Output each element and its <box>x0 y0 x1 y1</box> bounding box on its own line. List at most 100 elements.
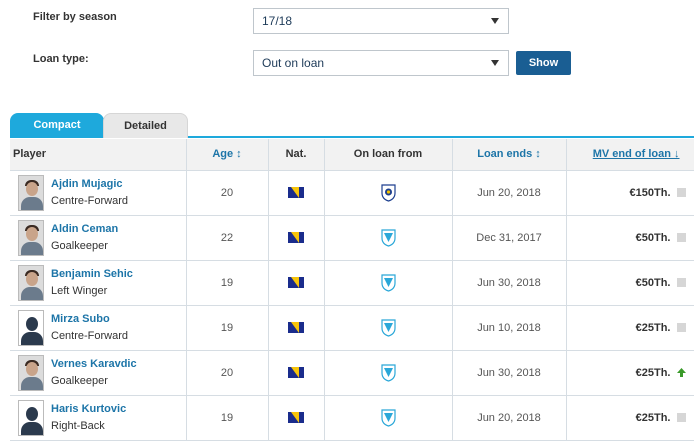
on-loan-from-cell <box>324 170 453 216</box>
table-row: Haris Kurtovic Right-Back 19 Jun 20, 2018 €2… <box>10 395 694 441</box>
table-row: Mirza Subo Centre-Forward 19 Jun 10, 2018 €2… <box>10 305 694 351</box>
market-value[interactable]: €25Th. <box>636 367 671 379</box>
nationality-cell <box>268 395 325 441</box>
column-header-mv-end-of-loan[interactable]: MV end of loan ↓ <box>566 139 694 171</box>
player-age: 20 <box>186 350 269 396</box>
player-photo[interactable] <box>18 399 44 436</box>
bosnia-flag-icon[interactable] <box>288 277 304 289</box>
loan-type-select[interactable]: Out on loan <box>253 50 509 76</box>
nationality-cell <box>268 305 325 351</box>
on-loan-from-cell <box>324 395 453 441</box>
chevron-down-icon <box>491 60 499 66</box>
player-name-link[interactable]: Ajdin Mujagic <box>51 176 128 193</box>
player-photo[interactable] <box>18 354 44 391</box>
club-crest-icon-b[interactable] <box>380 408 396 427</box>
player-cell: Haris Kurtovic Right-Back <box>10 395 187 441</box>
club-crest-icon-b[interactable] <box>380 363 396 382</box>
club-crest-icon-b[interactable] <box>380 318 396 337</box>
market-value-cell: €25Th. <box>566 305 694 351</box>
column-header-nat: Nat. <box>268 139 325 171</box>
player-name-link[interactable]: Haris Kurtovic <box>51 401 126 418</box>
on-loan-from-cell <box>324 260 453 306</box>
show-button[interactable]: Show <box>516 51 571 75</box>
season-filter-label: Filter by season <box>33 11 117 23</box>
chevron-down-icon <box>491 18 499 24</box>
player-position: Goalkeeper <box>51 374 108 387</box>
market-value-cell: €150Th. <box>566 170 694 216</box>
table-row: Vernes Karavdic Goalkeeper 20 Jun 30, 2018 €… <box>10 350 694 396</box>
player-position: Centre-Forward <box>51 329 129 342</box>
loan-end-date: Jun 20, 2018 <box>452 395 567 441</box>
player-age: 19 <box>186 260 269 306</box>
loan-end-date: Jun 20, 2018 <box>452 170 567 216</box>
player-age: 22 <box>186 215 269 261</box>
trend-up-icon <box>676 368 686 378</box>
column-header-on-loan-from: On loan from <box>324 139 453 171</box>
player-cell: Aldin Ceman Goalkeeper <box>10 215 187 261</box>
club-crest-icon-b[interactable] <box>380 228 396 247</box>
season-select[interactable]: 17/18 <box>253 8 509 34</box>
club-crest-icon-a[interactable] <box>380 183 396 202</box>
bosnia-flag-icon[interactable] <box>288 367 304 379</box>
market-value[interactable]: €50Th. <box>636 232 671 244</box>
market-value[interactable]: €25Th. <box>636 412 671 424</box>
nationality-cell <box>268 350 325 396</box>
bosnia-flag-icon[interactable] <box>288 187 304 199</box>
loan-end-date: Jun 30, 2018 <box>452 260 567 306</box>
tab-detailed[interactable]: Detailed <box>103 113 188 138</box>
market-value[interactable]: €25Th. <box>636 322 671 334</box>
player-age: 19 <box>186 395 269 441</box>
loan-end-date: Jun 30, 2018 <box>452 350 567 396</box>
column-header-loan-ends[interactable]: Loan ends ↕ <box>452 139 567 171</box>
tab-compact[interactable]: Compact <box>10 113 104 138</box>
player-photo[interactable] <box>18 264 44 301</box>
trend-neutral-icon <box>676 278 686 288</box>
market-value-cell: €50Th. <box>566 260 694 306</box>
loan-end-date: Dec 31, 2017 <box>452 215 567 261</box>
season-select-value: 17/18 <box>262 14 293 28</box>
nationality-cell <box>268 260 325 306</box>
tab-bar: Compact Detailed <box>10 108 694 138</box>
bosnia-flag-icon[interactable] <box>288 322 304 334</box>
market-value[interactable]: €50Th. <box>636 277 671 289</box>
loan-players-table: Player Age ↕ Nat. On loan from Loan ends… <box>10 139 694 441</box>
player-position: Left Winger <box>51 284 108 297</box>
player-position: Goalkeeper <box>51 239 108 252</box>
nationality-cell <box>268 170 325 216</box>
table-row: Benjamin Sehic Left Winger 19 Jun 30, 2018 €… <box>10 260 694 306</box>
player-cell: Benjamin Sehic Left Winger <box>10 260 187 306</box>
column-header-age[interactable]: Age ↕ <box>186 139 269 171</box>
trend-neutral-icon <box>676 233 686 243</box>
player-position: Centre-Forward <box>51 194 129 207</box>
club-crest-icon-b[interactable] <box>380 273 396 292</box>
bosnia-flag-icon[interactable] <box>288 232 304 244</box>
trend-neutral-icon <box>676 323 686 333</box>
market-value-cell: €25Th. <box>566 350 694 396</box>
player-photo[interactable] <box>18 174 44 211</box>
market-value[interactable]: €150Th. <box>630 187 671 199</box>
player-name-link[interactable]: Mirza Subo <box>51 311 128 328</box>
bosnia-flag-icon[interactable] <box>288 412 304 424</box>
market-value-cell: €25Th. <box>566 395 694 441</box>
table-row: Aldin Ceman Goalkeeper 22 Dec 31, 2017 €50Th… <box>10 215 694 261</box>
player-name-link[interactable]: Benjamin Sehic <box>51 266 133 283</box>
player-age: 19 <box>186 305 269 351</box>
loan-end-date: Jun 10, 2018 <box>452 305 567 351</box>
trend-neutral-icon <box>676 413 686 423</box>
loan-type-label: Loan type: <box>33 53 89 65</box>
on-loan-from-cell <box>324 215 453 261</box>
player-name-link[interactable]: Vernes Karavdic <box>51 356 137 373</box>
market-value-cell: €50Th. <box>566 215 694 261</box>
column-header-player: Player <box>10 139 187 171</box>
nationality-cell <box>268 215 325 261</box>
player-cell: Vernes Karavdic Goalkeeper <box>10 350 187 396</box>
loan-type-select-value: Out on loan <box>262 56 325 70</box>
on-loan-from-cell <box>324 305 453 351</box>
trend-neutral-icon <box>676 188 686 198</box>
player-position: Right-Back <box>51 419 105 432</box>
on-loan-from-cell <box>324 350 453 396</box>
player-photo[interactable] <box>18 219 44 256</box>
player-name-link[interactable]: Aldin Ceman <box>51 221 118 238</box>
table-row: Ajdin Mujagic Centre-Forward 20 Jun 20, 201… <box>10 170 694 216</box>
player-photo[interactable] <box>18 309 44 346</box>
